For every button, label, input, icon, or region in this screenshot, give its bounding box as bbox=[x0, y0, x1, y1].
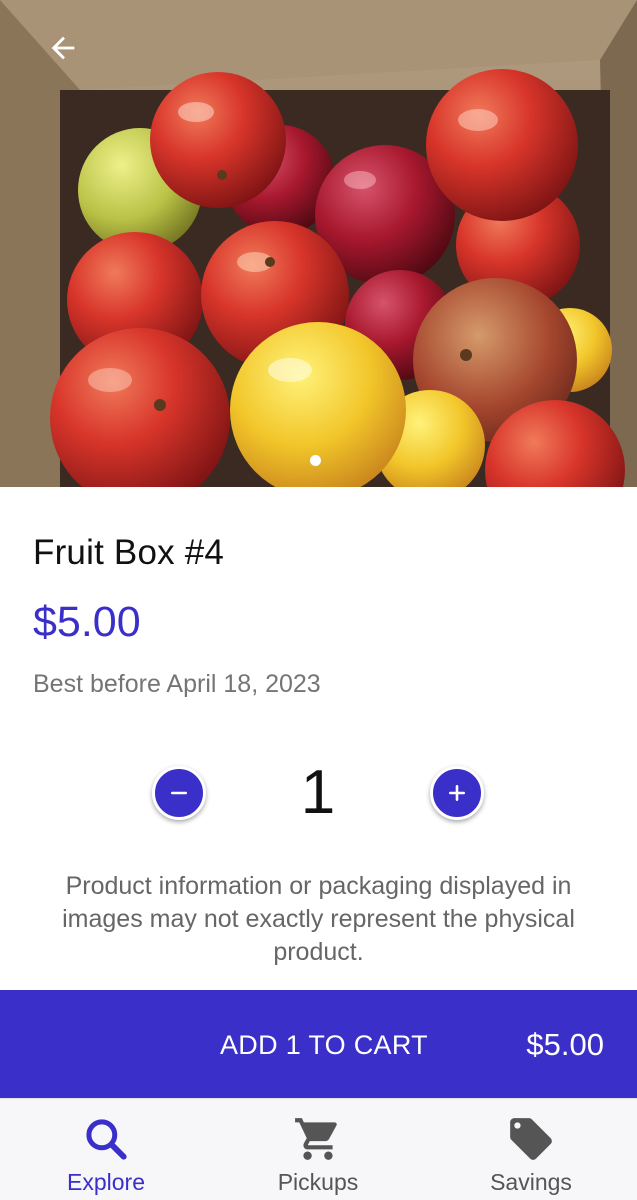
cart-icon bbox=[295, 1118, 337, 1160]
decrease-quantity-button[interactable] bbox=[152, 766, 206, 820]
minus-icon bbox=[171, 791, 187, 795]
nav-item-explore[interactable]: Explore bbox=[36, 1099, 176, 1200]
tag-icon bbox=[510, 1118, 552, 1160]
back-button[interactable] bbox=[38, 26, 88, 70]
product-disclaimer: Product information or packaging display… bbox=[62, 872, 575, 966]
search-icon bbox=[86, 1119, 127, 1160]
add-to-cart-label: ADD 1 TO CART bbox=[220, 1030, 428, 1060]
quantity-stepper: 1 bbox=[0, 752, 637, 834]
cart-total: $5.00 bbox=[526, 1027, 604, 1062]
nav-label-explore: Explore bbox=[67, 1169, 145, 1195]
product-title: Fruit Box #4 bbox=[33, 533, 225, 572]
nav-item-savings[interactable]: Savings bbox=[461, 1099, 601, 1200]
quantity-value: 1 bbox=[300, 758, 336, 827]
nav-label-savings: Savings bbox=[490, 1169, 572, 1195]
carousel-indicator-dot bbox=[310, 455, 321, 466]
product-price: $5.00 bbox=[33, 598, 141, 646]
product-image bbox=[0, 0, 637, 487]
nav-item-pickups[interactable]: Pickups bbox=[248, 1099, 388, 1200]
increase-quantity-button[interactable] bbox=[430, 766, 484, 820]
bottom-navigation: Explore Pickups Savings bbox=[0, 1098, 637, 1200]
best-before-date: Best before April 18, 2023 bbox=[33, 670, 321, 698]
plus-icon bbox=[449, 785, 465, 801]
nav-label-pickups: Pickups bbox=[277, 1169, 359, 1195]
arrow-left-icon bbox=[51, 36, 75, 60]
